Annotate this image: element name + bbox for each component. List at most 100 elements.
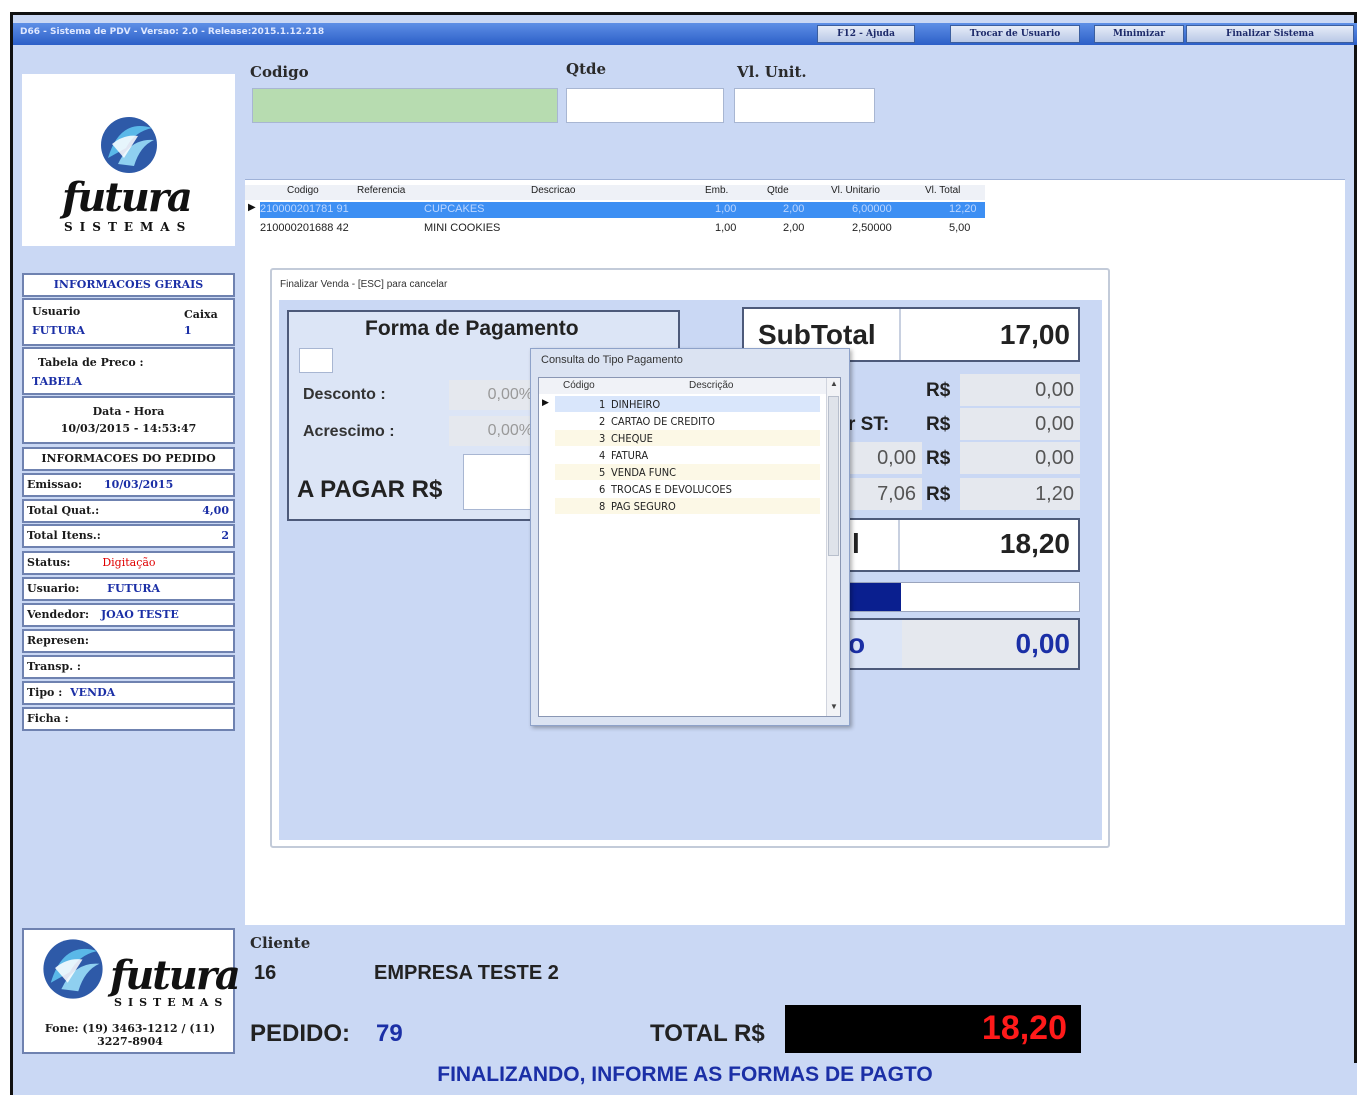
currency-label: R$	[926, 380, 951, 401]
seller-value: JOAO TESTE	[100, 608, 179, 621]
status-label: Status:	[27, 556, 71, 569]
emission-row: Emissao: 10/03/2015	[22, 473, 235, 497]
type-row: Tipo : VENDA	[22, 681, 235, 705]
phone-text: Fone: (19) 3463-1212 / (11) 3227-8904	[44, 1022, 216, 1048]
user-value: FUTURA	[32, 324, 85, 337]
user2-label: Usuario:	[27, 582, 80, 595]
exit-system-button[interactable]: Finalizar Sistema	[1186, 25, 1354, 43]
row-pointer-icon: ▶	[542, 397, 549, 407]
total-qty-label: Total Quat.:	[27, 504, 100, 517]
list-item[interactable]: 1 DINHEIRO	[555, 396, 820, 412]
list-item[interactable]: 8 PAG SEGURO	[555, 498, 820, 514]
status-message: FINALIZANDO, INFORME AS FORMAS DE PAGTO	[437, 1063, 933, 1086]
col-vl-unitario: Vl. Unitario	[831, 185, 880, 196]
col-codigo: Código	[563, 380, 595, 391]
total-items-row: Total Itens.: 2	[22, 524, 235, 548]
currency-label: R$	[926, 448, 951, 469]
subtotal-value: 17,00	[999, 319, 1070, 350]
unit-price-label: Vl. Unit.	[737, 63, 807, 81]
col-emb: Emb.	[705, 185, 729, 196]
unit-price-input[interactable]	[734, 88, 875, 123]
payment-type-list: Código Descrição ▶ 1 DINHEIRO 2 CARTAO DE …	[538, 377, 841, 717]
right-pct-4: 7,06	[848, 478, 922, 510]
currency-label: R$	[926, 484, 951, 505]
price-table-box: Tabela de Preco : TABELA	[22, 347, 235, 395]
currency-label: R$	[926, 414, 951, 435]
scroll-down-icon[interactable]: ▼	[830, 702, 838, 711]
customer-name: EMPRESA TESTE 2	[374, 962, 559, 984]
payment-code-input[interactable]	[299, 348, 333, 373]
seller-label: Vendedor:	[27, 608, 90, 621]
col-descricao: Descricao	[531, 185, 576, 196]
status-row: Status: Digitação	[22, 551, 235, 575]
user2-value: FUTURA	[107, 582, 160, 595]
col-referencia: Referencia	[357, 185, 406, 196]
col-vl-total: Vl. Total	[925, 185, 961, 196]
customer-code: 16	[254, 962, 277, 984]
lookup-title: Consulta do Tipo Pagamento	[541, 354, 683, 366]
total-qty-value: 4,00	[202, 504, 229, 517]
user-label: Usuario	[32, 305, 81, 318]
cashier-value: 1	[184, 324, 192, 337]
table-row[interactable]: 210000201781 91 CUPCAKES 1,00 2,00 6,000…	[260, 202, 985, 218]
price-table-label: Tabela de Preco :	[38, 356, 144, 369]
status-value: Digitação	[102, 556, 156, 569]
list-scrollbar[interactable]: ▲ ▼	[826, 378, 840, 716]
change-label-fragment: o	[848, 628, 866, 659]
user-box: Usuario Caixa FUTURA 1	[22, 298, 235, 346]
datetime-box: Data - Hora 10/03/2015 - 14:53:47	[22, 396, 235, 444]
price-table-value: TABELA	[32, 375, 83, 388]
brand-name-small: futura	[110, 952, 241, 999]
logo-panel: futura SISTEMAS	[22, 74, 235, 246]
change-value: 0,00	[1015, 628, 1071, 659]
items-grid: Codigo Referencia Descricao Emb. Qtde Vl…	[245, 185, 985, 237]
col-codigo: Codigo	[287, 185, 319, 196]
brand-sub-small: SISTEMAS	[114, 996, 229, 1009]
to-pay-label: A PAGAR R$	[297, 476, 443, 503]
surcharge-label: Acrescimo :	[303, 423, 395, 440]
total-display: 18,20	[785, 1005, 1081, 1053]
user2-row: Usuario: FUTURA	[22, 577, 235, 601]
order-number: 79	[376, 1020, 403, 1047]
total-label-fragment: l	[852, 528, 860, 559]
total-value: 18,20	[999, 528, 1070, 559]
total-items-value: 2	[221, 529, 229, 542]
datetime-label: Data - Hora	[92, 405, 165, 418]
col-descricao: Descrição	[689, 380, 734, 391]
total-items-label: Total Itens.:	[27, 529, 101, 542]
order-info-header: INFORMACOES DO PEDIDO	[22, 447, 235, 471]
row-pointer-icon: ▶	[248, 202, 256, 213]
qty-label: Qtde	[566, 60, 607, 78]
right-value-3: 0,00	[960, 442, 1080, 474]
general-info-header: INFORMACOES GERAIS	[22, 273, 235, 297]
list-item[interactable]: 4 FATURA	[555, 447, 820, 463]
list-item[interactable]: 6 TROCAS E DEVOLUCOES	[555, 481, 820, 497]
subtotal-divider	[899, 309, 901, 360]
discount-label: Desconto :	[303, 386, 386, 403]
representative-label: Represen:	[27, 634, 89, 647]
carrier-row: Transp. :	[22, 655, 235, 679]
minimize-button[interactable]: Minimizar	[1094, 25, 1184, 43]
total-box: l 18,20	[840, 518, 1080, 572]
scroll-up-icon[interactable]: ▲	[830, 379, 838, 388]
discount-pct-field[interactable]: 0,00%	[449, 380, 533, 410]
qty-input[interactable]	[566, 88, 724, 123]
brand-sub: SISTEMAS	[64, 220, 193, 234]
datetime-value: 10/03/2015 - 14:53:47	[60, 422, 197, 435]
scroll-thumb[interactable]	[828, 396, 839, 556]
list-item[interactable]: 2 CARTAO DE CREDITO	[555, 413, 820, 429]
list-item[interactable]: 3 CHEQUE	[555, 430, 820, 446]
cashier-label: Caixa	[184, 308, 218, 321]
change-box: o 0,00	[840, 618, 1080, 670]
surcharge-pct-field[interactable]: 0,00%	[449, 416, 533, 446]
code-input[interactable]	[252, 88, 558, 123]
table-row[interactable]: 210000201688 42 MINI COOKIES 1,00 2,00 2…	[260, 221, 985, 237]
order-label: PEDIDO:	[250, 1020, 351, 1047]
help-button[interactable]: F12 - Ajuda	[817, 25, 915, 43]
brand-name: futura	[62, 174, 193, 221]
futura-logo-icon	[101, 117, 157, 173]
list-item[interactable]: 5 VENDA FUNC	[555, 464, 820, 480]
switch-user-button[interactable]: Trocar de Usuario	[950, 25, 1080, 43]
subtotal-label: SubTotal	[758, 319, 876, 350]
type-value: VENDA	[70, 686, 116, 699]
